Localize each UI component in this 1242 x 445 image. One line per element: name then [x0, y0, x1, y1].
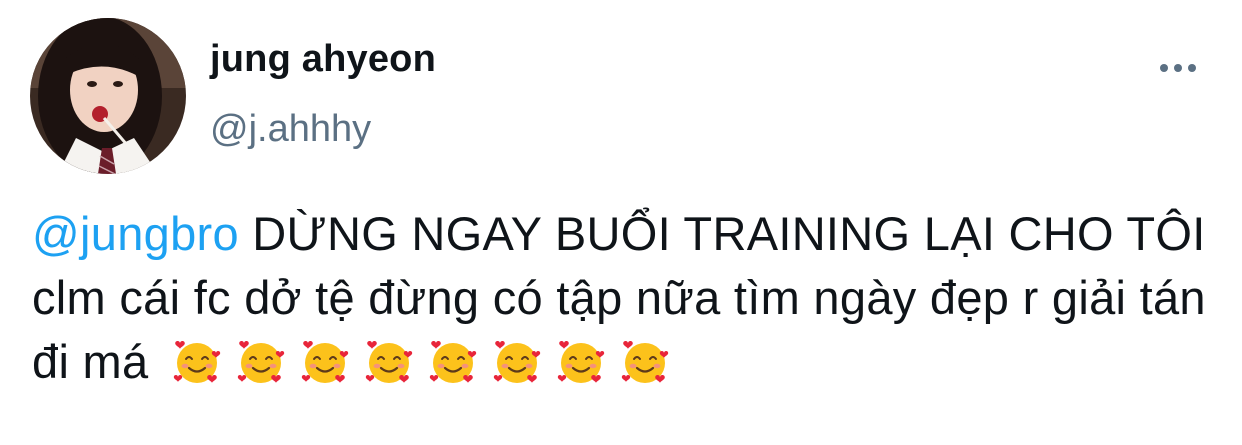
smiling-face-with-hearts-icon — [172, 337, 222, 387]
mention-link[interactable]: @jungbro — [32, 207, 239, 260]
tweet[interactable]: jung ahyeon @j.ahhhy @jungbro DỪNG NGAY … — [0, 0, 1242, 445]
smiling-face-with-hearts-icon — [620, 337, 670, 387]
smiling-face-with-hearts-icon — [364, 337, 414, 387]
more-options-button[interactable] — [1152, 52, 1204, 84]
tweet-text: @jungbro DỪNG NGAY BUỔI TRAINING LẠI CHO… — [32, 202, 1212, 394]
more-horizontal-icon-dot — [1174, 64, 1182, 72]
more-horizontal-icon — [1160, 64, 1168, 72]
smiling-face-with-hearts-icon — [492, 337, 542, 387]
avatar-photo — [30, 18, 186, 174]
display-name[interactable]: jung ahyeon — [210, 34, 436, 84]
smiling-face-with-hearts-icon — [300, 337, 350, 387]
user-handle[interactable]: @j.ahhhy — [210, 104, 371, 154]
avatar[interactable] — [30, 18, 186, 174]
smiling-face-with-hearts-icon — [236, 337, 286, 387]
smiling-face-with-hearts-icon — [556, 337, 606, 387]
more-horizontal-icon-dot — [1188, 64, 1196, 72]
emoji-row — [172, 337, 670, 387]
smiling-face-with-hearts-icon — [428, 337, 478, 387]
